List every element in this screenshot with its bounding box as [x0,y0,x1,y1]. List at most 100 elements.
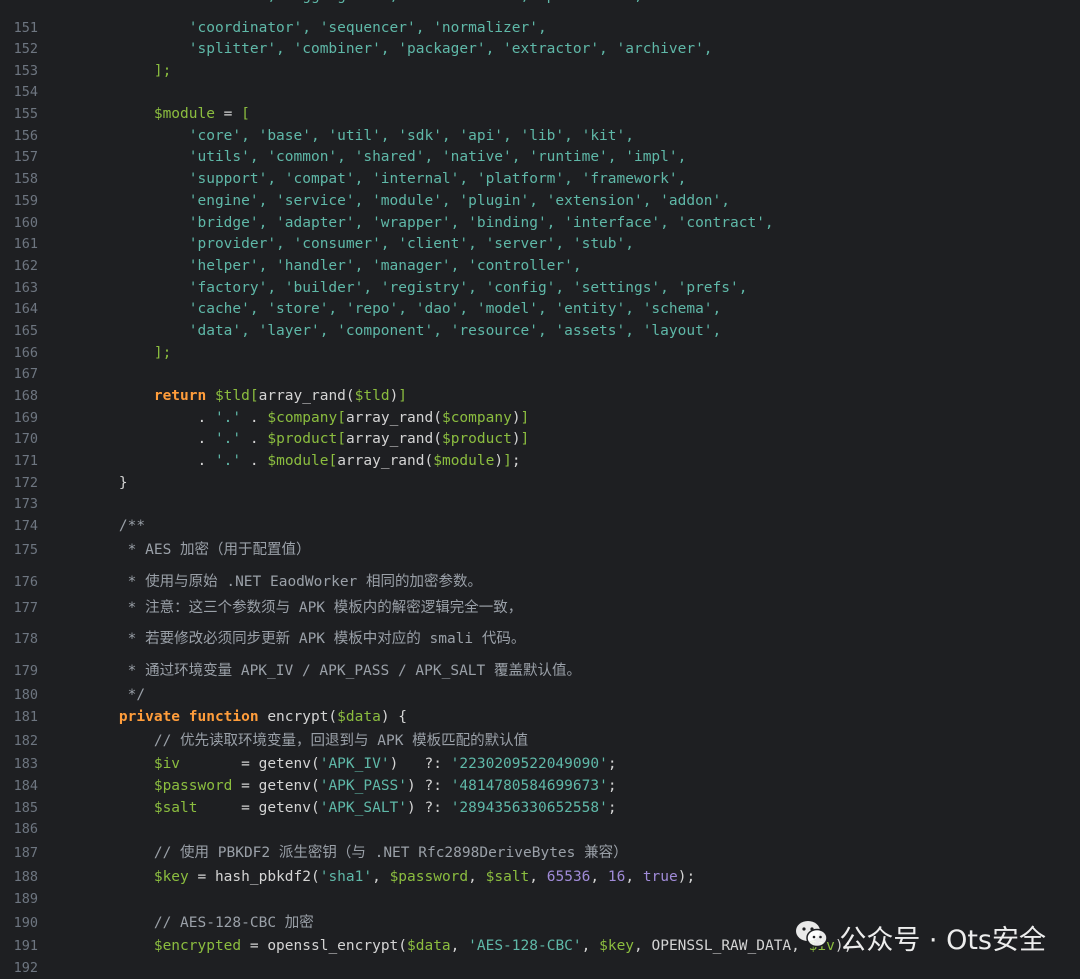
code-token: [ [241,106,250,122]
code-line: 183 $iv = getenv('APK_IV') ?: '223020952… [0,753,1080,775]
code-token: $module [84,106,215,122]
code-token: $salt [84,800,198,816]
code-token: '4814780584699673' [450,778,608,794]
code-token: $iv [84,756,181,772]
code-token: ) ?: [407,778,451,794]
line-number: 167 [13,366,38,382]
line-number: 163 [13,280,38,296]
code-line: 163 'factory', 'builder', 'registry', 'c… [0,277,1080,299]
code-text: 'helper', 'handler', 'manager', 'control… [84,255,582,277]
line-number: 155 [13,106,38,122]
code-token: = getenv( [180,756,320,772]
line-number: 183 [13,756,38,772]
code-token: $password [84,778,233,794]
line-number: 151 [13,20,38,36]
line-number: 169 [13,410,38,426]
code-line: 168 return $tld[array_rand($tld)] [0,385,1080,407]
code-token: ] [520,410,530,426]
code-text: * 若要修改必须同步更新 APK 模板中对应的 smali 代码。 [84,628,526,650]
code-token: = [214,106,242,122]
code-token: 'APK_IV' [319,756,390,772]
code-token: . [84,410,215,426]
code-line: 186 [0,818,1080,840]
code-line: 156 'core', 'base', 'util', 'sdk', 'api'… [0,125,1080,147]
code-token: [ [337,431,346,447]
line-number: 175 [13,542,38,558]
line-number: 172 [13,475,38,491]
code-line: 181 private function encrypt($data) { [0,706,1080,728]
code-token: ); [677,869,696,885]
code-token: $salt [485,869,530,885]
code-token: // 优先读取环境变量，回退到与 APK 模板匹配的默认值 [84,733,529,749]
code-line: 174 /** [0,515,1080,537]
code-line: 167 [0,363,1080,385]
code-token: = getenv( [197,800,320,816]
line-number: 192 [13,960,38,976]
code-token: , [468,869,486,885]
line-number: 178 [13,631,38,647]
code-token: true [642,869,678,885]
code-token: '.' [214,453,242,469]
code-token: '2894356330652558' [450,800,608,816]
code-text: $module = [ [84,103,250,125]
code-line: 177 * 注意：这三个参数须与 APK 模板内的解密逻辑完全一致， [0,597,1080,619]
code-token: 'data', 'layer', 'component', 'resource'… [84,323,722,339]
code-line: 159 'engine', 'service', 'module', 'plug… [0,190,1080,212]
code-token: . [84,453,215,469]
code-text: 'bridge', 'adapter', 'wrapper', 'binding… [84,212,774,234]
code-token: , [529,869,547,885]
code-text: * 通过环境变量 APK_IV / APK_PASS / APK_SALT 覆盖… [84,660,581,682]
code-line: 180 */ [0,684,1080,706]
code-token: $key [84,869,189,885]
code-token: $key [599,938,635,954]
line-number: 158 [13,171,38,187]
watermark-text: 公众号 · Ots安全 [839,924,1046,956]
code-line: 176 * 使用与原始 .NET EaodWorker 相同的加密参数。 [0,571,1080,593]
code-token: * 若要修改必须同步更新 APK 模板中对应的 smali 代码。 [84,631,526,647]
code-token: ) [511,410,521,426]
code-text: return $tld[array_rand($tld)] [84,385,407,407]
code-token: $module [433,453,495,469]
code-token: $data [407,938,451,954]
code-text: // 使用 PBKDF2 派生密钥（与 .NET Rfc2898DeriveBy… [84,842,628,864]
code-line: 175 * AES 加密（用于配置值） [0,539,1080,561]
code-token: = openssl_encrypt( [241,938,408,954]
code-text: 'data', 'layer', 'component', 'resource'… [84,320,722,342]
code-line: 161 'provider', 'consumer', 'client', 's… [0,233,1080,255]
line-number: 157 [13,149,38,165]
line-number: 176 [13,574,38,590]
line-number: 188 [13,869,38,885]
watermark: 公众号 · Ots安全 [795,919,1046,956]
code-token: ]; [84,345,172,361]
code-token: 'sha1' [319,869,373,885]
code-token: 'splitter', 'combiner', 'packager', 'ext… [84,41,713,57]
code-token: ) { [380,709,408,725]
code-token: ) [494,453,504,469]
code-token: ]; [84,63,172,79]
code-text: * AES 加密（用于配置值） [84,539,311,561]
line-number: 187 [13,845,38,861]
code-line: 185 $salt = getenv('APK_SALT') ?: '28943… [0,797,1080,819]
code-text: 'core', 'base', 'util', 'sdk', 'api', 'l… [84,125,634,147]
code-line: 153 ]; [0,60,1080,82]
code-editor[interactable]: 150 'indexer', 'aggregator', 'transforme… [0,0,1080,979]
code-token: 'factory', 'builder', 'registry', 'confi… [84,280,748,296]
code-token: $data [337,709,381,725]
code-line: 155 $module = [ [0,103,1080,125]
code-token: $company [441,410,512,426]
code-text: ]; [84,342,171,364]
code-text: ]; [84,60,171,82]
code-token: 'helper', 'handler', 'manager', 'control… [84,258,582,274]
line-number: 181 [13,709,38,725]
code-line: 152 'splitter', 'combiner', 'packager', … [0,38,1080,60]
line-number: 165 [13,323,38,339]
code-token: * 注意：这三个参数须与 APK 模板内的解密逻辑完全一致， [84,600,523,616]
line-number: 156 [13,128,38,144]
code-token: = hash_pbkdf2( [188,869,320,885]
line-number: 186 [13,821,38,837]
code-line: 151 'coordinator', 'sequencer', 'normali… [0,17,1080,39]
code-token: . [84,431,215,447]
code-text: /** [84,515,145,537]
code-text: . '.' . $product[array_rand($product)] [84,428,529,450]
code-text: 'indexer', 'aggregator', 'transformer', … [84,0,643,7]
